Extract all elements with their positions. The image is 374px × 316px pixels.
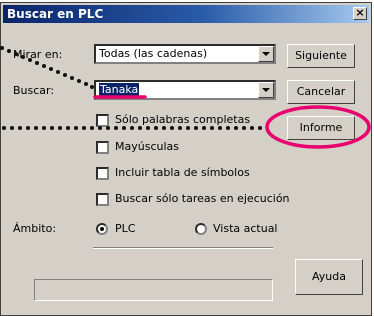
running-tasks-only-label[interactable]: Buscar sólo tareas en ejecución [115,192,290,206]
look-in-label: Mirar en: [13,48,63,61]
search-label: Buscar: [13,84,55,97]
next-button[interactable]: Siguiente [287,44,355,68]
scope-label: Ámbito: [13,222,57,235]
report-button[interactable]: Informe [287,116,355,140]
chevron-down-icon [262,88,270,92]
search-combo[interactable]: Tanaka [94,80,276,100]
include-symbol-table-label[interactable]: Incluir tabla de símbolos [115,166,250,180]
separator-line [93,247,273,249]
chevron-down-icon [262,52,270,56]
match-case-checkbox[interactable] [96,141,109,154]
search-dropdown-button[interactable] [258,82,274,98]
match-case-label[interactable]: Mayúsculas [115,140,179,154]
help-button[interactable]: Ayuda [295,259,363,295]
window-title: Buscar en PLC [7,7,104,21]
scope-current-view-label[interactable]: Vista actual [213,222,278,236]
scope-current-view-radio[interactable] [195,223,207,235]
scope-plc-label[interactable]: PLC [115,222,135,236]
whole-words-label[interactable]: Sólo palabras completas [115,113,250,127]
look-in-value: Todas (las cadenas) [99,47,208,60]
look-in-dropdown-button[interactable] [258,46,274,62]
cancel-button[interactable]: Cancelar [287,80,355,104]
close-icon: × [355,6,365,19]
radio-selected-dot [100,227,104,231]
whole-words-checkbox[interactable] [96,114,109,127]
search-input[interactable]: Tanaka [99,83,140,97]
find-in-plc-dialog: Buscar en PLC × Mirar en: Todas (las cad… [0,2,372,316]
scope-plc-radio[interactable] [96,223,108,235]
close-button[interactable]: × [353,7,367,20]
running-tasks-only-checkbox[interactable] [96,193,109,206]
status-box [34,279,273,301]
include-symbol-table-checkbox[interactable] [96,167,109,180]
title-bar[interactable]: Buscar en PLC × [3,5,369,23]
search-input-selected-text: Tanaka [99,83,140,96]
look-in-dropdown[interactable]: Todas (las cadenas) [94,44,276,64]
